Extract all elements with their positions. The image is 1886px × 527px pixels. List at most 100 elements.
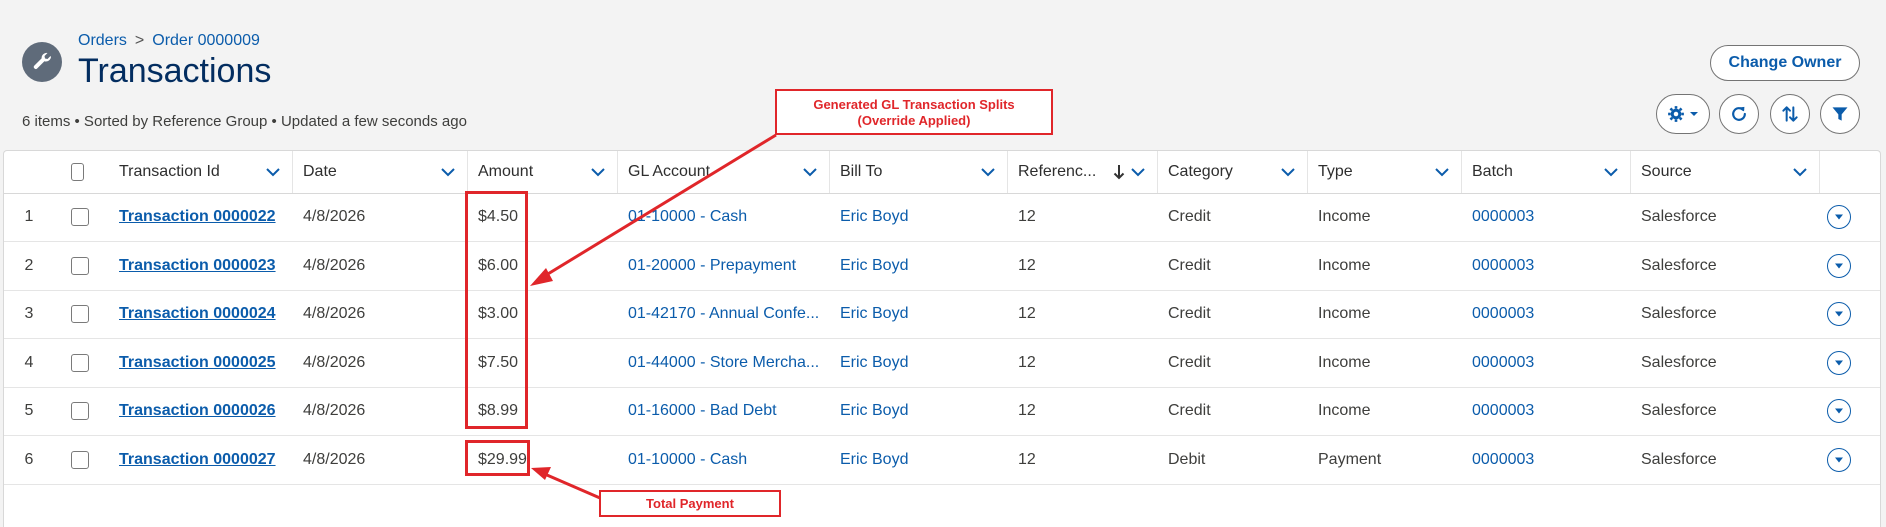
column-header-source[interactable]: Source: [1631, 151, 1820, 193]
row-select-checkbox[interactable]: [71, 256, 89, 275]
sort-button[interactable]: [1770, 94, 1810, 134]
gl-account-link[interactable]: 01-10000 - Cash: [628, 451, 747, 469]
chevron-down-icon[interactable]: [1131, 167, 1145, 177]
gl-account-link[interactable]: 01-42170 - Annual Confe...: [628, 305, 819, 323]
category-cell: Credit: [1168, 402, 1211, 419]
filter-button[interactable]: [1820, 94, 1860, 134]
row-actions-button[interactable]: [1827, 350, 1851, 375]
gl-account-link[interactable]: 01-10000 - Cash: [628, 208, 747, 226]
chevron-down-icon[interactable]: [1604, 167, 1618, 177]
transaction-link[interactable]: Transaction 0000027: [119, 451, 276, 469]
bill-to-link[interactable]: Eric Boyd: [840, 354, 908, 372]
category-cell: Credit: [1168, 208, 1211, 225]
date-cell: 4/8/2026: [303, 256, 366, 274]
transaction-link[interactable]: Transaction 0000022: [119, 208, 276, 226]
category-cell-container: Credit: [1168, 339, 1298, 387]
row-number: 1: [24, 208, 34, 225]
row-actions-button[interactable]: [1827, 302, 1851, 326]
batch-link-container: 0000003: [1472, 339, 1622, 387]
reference-cell: 12: [1018, 450, 1036, 468]
row-select-container: [71, 242, 89, 290]
row-select-checkbox[interactable]: [71, 353, 89, 372]
bill-to-link[interactable]: Eric Boyd: [840, 451, 908, 469]
batch-link[interactable]: 0000003: [1472, 208, 1534, 226]
caret-down-icon: [1835, 360, 1843, 365]
change-owner-button[interactable]: Change Owner: [1710, 45, 1860, 81]
bill-to-link-container: Eric Boyd: [840, 242, 1000, 290]
transaction-link[interactable]: Transaction 0000025: [119, 354, 276, 372]
column-header-amount[interactable]: Amount: [468, 151, 618, 193]
breadcrumb-orders-link[interactable]: Orders: [78, 32, 127, 49]
amount-splits-highlight: [465, 191, 528, 429]
transaction-link[interactable]: Transaction 0000024: [119, 305, 276, 323]
annotation-total-payment: Total Payment: [599, 490, 781, 517]
column-header-category[interactable]: Category: [1158, 151, 1308, 193]
transaction-link-container: Transaction 0000025: [119, 339, 289, 387]
chevron-down-icon[interactable]: [981, 167, 995, 177]
row-select-container: [71, 290, 89, 338]
select-all-checkbox[interactable]: [71, 163, 84, 181]
transaction-link[interactable]: Transaction 0000026: [119, 402, 276, 420]
category-cell: Credit: [1168, 305, 1211, 322]
gl-account-link-container: 01-42170 - Annual Confe...: [628, 290, 828, 338]
chevron-down-icon[interactable]: [591, 167, 605, 177]
reference-cell-container: 12: [1018, 436, 1148, 484]
column-header-reference-group[interactable]: Referenc...: [1008, 151, 1158, 193]
row-actions-button[interactable]: [1827, 399, 1851, 423]
gl-account-link[interactable]: 01-20000 - Prepayment: [628, 257, 796, 275]
chevron-down-icon[interactable]: [1435, 167, 1449, 177]
date-cell-container: 4/8/2026: [303, 436, 463, 484]
row-actions-button[interactable]: [1827, 253, 1851, 278]
breadcrumb-order-link[interactable]: Order 0000009: [152, 32, 260, 49]
table-header: Transaction Id Date Amount GL Account Bi…: [4, 151, 1880, 194]
type-cell: Income: [1318, 305, 1371, 322]
chevron-down-icon[interactable]: [441, 167, 455, 177]
source-cell-container: Salesforce: [1641, 193, 1811, 241]
page-title: Transactions: [78, 52, 272, 90]
row-actions-button[interactable]: [1827, 447, 1851, 472]
row-number: 2: [24, 256, 34, 274]
transaction-link-container: Transaction 0000024: [119, 290, 289, 338]
transaction-link[interactable]: Transaction 0000023: [119, 257, 276, 275]
column-header-type[interactable]: Type: [1308, 151, 1462, 193]
header-select-all: [4, 151, 84, 193]
batch-link-container: 0000003: [1472, 242, 1622, 290]
batch-link[interactable]: 0000003: [1472, 451, 1534, 469]
category-cell: Credit: [1168, 353, 1211, 371]
column-header-batch[interactable]: Batch: [1462, 151, 1631, 193]
row-select-checkbox[interactable]: [71, 305, 89, 323]
batch-link[interactable]: 0000003: [1472, 402, 1534, 420]
chevron-down-icon[interactable]: [266, 167, 280, 177]
gl-account-link[interactable]: 01-16000 - Bad Debt: [628, 402, 777, 420]
bill-to-link[interactable]: Eric Boyd: [840, 402, 908, 420]
column-header-date[interactable]: Date: [293, 151, 468, 193]
batch-link[interactable]: 0000003: [1472, 257, 1534, 275]
row-select-checkbox[interactable]: [71, 208, 89, 226]
table-row: 2 Transaction 0000023 4/8/2026 $6.00 01-2000…: [4, 242, 1880, 291]
settings-menu-button[interactable]: [1656, 94, 1710, 134]
chevron-down-icon[interactable]: [803, 167, 817, 177]
chevron-down-icon[interactable]: [1793, 167, 1807, 177]
refresh-button[interactable]: [1719, 94, 1759, 134]
gl-account-link[interactable]: 01-44000 - Store Mercha...: [628, 354, 819, 372]
column-header-gl-account[interactable]: GL Account: [618, 151, 830, 193]
column-header-bill-to[interactable]: Bill To: [830, 151, 1008, 193]
row-select-checkbox[interactable]: [71, 402, 89, 420]
reference-cell: 12: [1018, 402, 1036, 419]
category-cell: Credit: [1168, 256, 1211, 274]
chevron-down-icon[interactable]: [1281, 167, 1295, 177]
batch-link[interactable]: 0000003: [1472, 354, 1534, 372]
bill-to-link-container: Eric Boyd: [840, 387, 1000, 435]
bill-to-link[interactable]: Eric Boyd: [840, 208, 908, 226]
wrench-icon: [22, 42, 62, 82]
column-header-transaction-id[interactable]: Transaction Id: [109, 151, 293, 193]
breadcrumb: Orders > Order 0000009: [78, 32, 260, 50]
bill-to-link[interactable]: Eric Boyd: [840, 257, 908, 275]
row-select-checkbox[interactable]: [71, 450, 89, 469]
bill-to-link[interactable]: Eric Boyd: [840, 305, 908, 323]
sort-descending-icon: [1113, 164, 1125, 180]
batch-link[interactable]: 0000003: [1472, 305, 1534, 323]
row-actions-button[interactable]: [1827, 205, 1851, 229]
caret-down-icon: [1835, 214, 1843, 220]
type-cell-container: Income: [1318, 193, 1448, 241]
